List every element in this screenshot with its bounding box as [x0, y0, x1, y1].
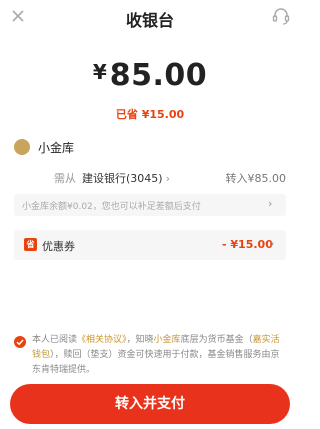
transfer-amount: 转入¥85.00 — [225, 172, 287, 185]
balance-notice-text: 小金库余额¥0.02，您也可以补足差额后支付 — [22, 202, 201, 212]
payment-source-row[interactable]: 需从 建设银行(3045) › 转入¥85.00 — [54, 170, 286, 186]
chevron-right-icon: › — [268, 197, 273, 210]
amount-value: 85.00 — [109, 58, 208, 93]
headset-icon[interactable] — [270, 5, 292, 27]
coupon-icon: 省 — [24, 238, 37, 251]
page-title: 收银台 — [125, 11, 174, 30]
chevron-right-icon: › — [165, 172, 170, 185]
saved-amount: 已省 ¥15.00 — [115, 108, 185, 121]
from-label: 需从 — [54, 172, 76, 185]
agreement-link[interactable]: 《相关协议》 — [77, 335, 127, 345]
coupon-value: - ¥15.00 — [222, 238, 273, 251]
vault-label: 小金库 — [38, 141, 75, 155]
transfer-and-pay-button[interactable]: 转入并支付 — [10, 384, 290, 424]
agreement-checkbox[interactable] — [14, 336, 26, 348]
payment-amount: ¥85.00 — [0, 58, 300, 93]
coin-bag-icon — [14, 139, 30, 155]
vault-link[interactable]: 小金库 — [154, 335, 181, 345]
bank-name: 建设银行(3045) — [82, 172, 163, 185]
currency-symbol: ¥ — [92, 60, 107, 84]
coupon-label: 优惠券 — [42, 240, 75, 253]
chevron-right-icon: › — [270, 237, 275, 250]
agreement-text: 本人已阅读《相关协议》，知晓小金库底层为货币基金（嘉实活钱包），赎回（垫支）资金… — [32, 335, 280, 375]
